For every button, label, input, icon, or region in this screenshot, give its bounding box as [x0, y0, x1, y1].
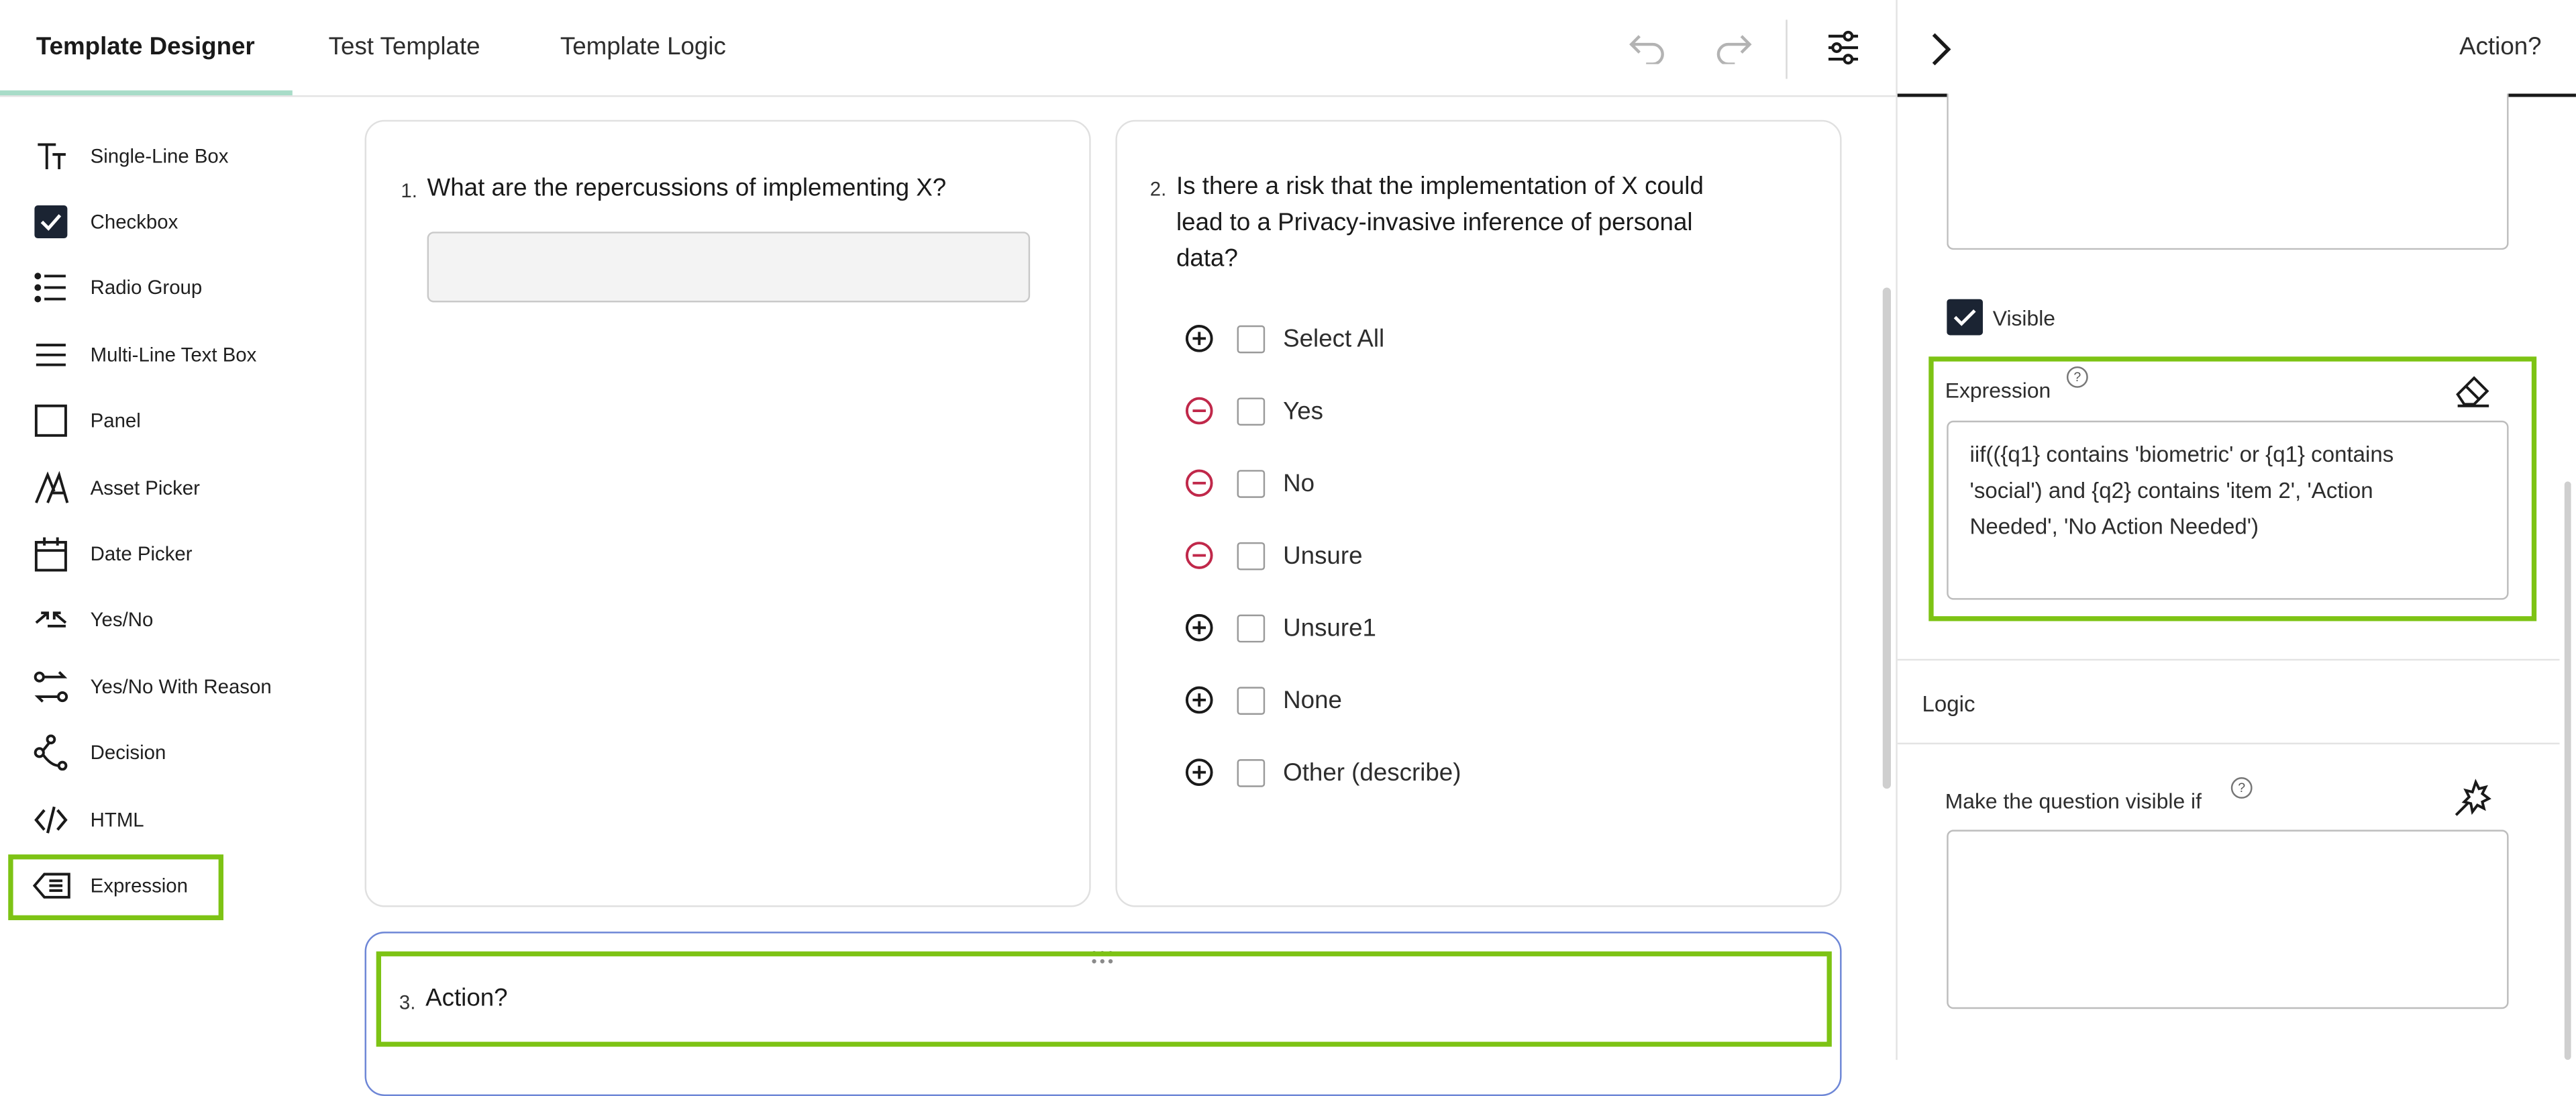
- visible-if-label: Make the question visible if: [1945, 789, 2202, 813]
- lines-icon: [33, 335, 82, 375]
- choice-other-describe[interactable]: Other (describe): [1183, 749, 1461, 795]
- expression-property-highlight: [1928, 356, 2537, 621]
- checkbox-icon: [33, 202, 82, 242]
- toolbox-item-label: Multi-Line Text Box: [90, 343, 257, 366]
- toolbox-item-asset-picker[interactable]: Asset Picker: [33, 460, 312, 516]
- answer-text-input[interactable]: [427, 232, 1031, 303]
- toolbox-item-date-picker[interactable]: Date Picker: [33, 526, 312, 581]
- choice-checkbox[interactable]: [1237, 758, 1266, 787]
- toolbox-item-multi-line-text-box[interactable]: Multi-Line Text Box: [33, 327, 312, 383]
- canvas-scrollbar[interactable]: [1882, 287, 1891, 789]
- add-choice-icon[interactable]: [1183, 683, 1216, 716]
- top-bar: Template Designer Test Template Template…: [0, 0, 1896, 97]
- toolbox-item-label: Radio Group: [90, 276, 203, 299]
- toolbox-item-label: HTML: [90, 808, 144, 832]
- question-title[interactable]: Is there a risk that the implementation …: [1176, 169, 1817, 278]
- square-icon: [33, 401, 82, 440]
- question-title-line: lead to a Privacy-invasive inference of …: [1176, 208, 1693, 237]
- choice-label: None: [1283, 686, 1342, 714]
- add-choice-icon[interactable]: [1183, 756, 1216, 789]
- property-panel-title: Action?: [2459, 32, 2542, 61]
- toolbox-item-panel[interactable]: Panel: [33, 393, 312, 448]
- choice-no[interactable]: No: [1183, 460, 1315, 507]
- choice-checkbox[interactable]: [1237, 397, 1266, 425]
- add-choice-icon[interactable]: [1183, 611, 1216, 644]
- choice-yes[interactable]: Yes: [1183, 388, 1323, 434]
- toolbox-item-label: Decision: [90, 741, 166, 764]
- active-tab-underline: [0, 90, 293, 96]
- choice-checkbox[interactable]: [1237, 468, 1266, 497]
- choice-label: Other (describe): [1283, 758, 1461, 787]
- visible-checkbox[interactable]: [1947, 299, 1983, 336]
- visible-if-textarea[interactable]: [1947, 830, 2509, 1009]
- choice-checkbox[interactable]: [1237, 613, 1266, 642]
- visible-label: Visible: [1992, 305, 2055, 331]
- choice-checkbox[interactable]: [1237, 686, 1266, 714]
- toolbox-item-decision[interactable]: Decision: [33, 725, 312, 781]
- question-number: 1.: [401, 179, 417, 203]
- toolbox-item-label: Yes/No With Reason: [90, 675, 272, 699]
- choice-label: Unsure: [1283, 541, 1363, 570]
- choice-label: Select All: [1283, 324, 1385, 353]
- choice-none[interactable]: None: [1183, 677, 1342, 724]
- question-title-line: data?: [1176, 244, 1238, 273]
- toolbox-item-label: Single-Line Box: [90, 144, 229, 168]
- choice-label: No: [1283, 468, 1315, 497]
- section-divider: [1897, 742, 2560, 745]
- remove-choice-icon[interactable]: [1183, 466, 1216, 499]
- toolbox-item-label: Asset Picker: [90, 477, 200, 500]
- arrows-in-icon: [33, 600, 82, 640]
- choice-select-all[interactable]: Select All: [1183, 315, 1384, 362]
- remove-choice-icon[interactable]: [1183, 395, 1216, 428]
- magic-wand-icon[interactable]: [2453, 779, 2492, 818]
- toolbox-item-label: Yes/No: [90, 607, 154, 632]
- arrows-swap-icon: [33, 667, 82, 707]
- choice-unsure1[interactable]: Unsure1: [1183, 605, 1376, 651]
- redo-icon[interactable]: [1708, 23, 1757, 72]
- asset-icon: [33, 468, 82, 508]
- calendar-icon: [33, 534, 82, 574]
- section-divider: [1897, 658, 2560, 661]
- toolbox-item-radio-group[interactable]: Radio Group: [33, 260, 312, 315]
- branch-icon: [33, 733, 82, 773]
- question-card-q1[interactable]: 1. What are the repercussions of impleme…: [364, 119, 1091, 907]
- choice-unsure[interactable]: Unsure: [1183, 532, 1363, 579]
- choice-label: Yes: [1283, 397, 1324, 425]
- text-type-icon: [33, 136, 82, 176]
- undo-icon[interactable]: [1623, 23, 1672, 72]
- question-number: 2.: [1149, 177, 1167, 201]
- choice-checkbox[interactable]: [1237, 541, 1266, 570]
- panel-scrollbar[interactable]: [2564, 481, 2571, 1060]
- question-title[interactable]: What are the repercussions of implementi…: [427, 171, 947, 207]
- toolbox-item-html[interactable]: HTML: [33, 792, 312, 848]
- tab-test-template[interactable]: Test Template: [329, 0, 480, 95]
- toolbox-item-single-line-box[interactable]: Single-Line Box: [33, 128, 312, 184]
- description-textarea[interactable]: [1947, 93, 2509, 250]
- question-q3-highlight: [376, 951, 1832, 1047]
- choice-label: Unsure1: [1283, 613, 1376, 642]
- expression-tool-highlight: [8, 854, 223, 921]
- toolbox-item-yes-no-with-reason[interactable]: Yes/No With Reason: [33, 659, 312, 715]
- logic-section-label[interactable]: Logic: [1922, 692, 1975, 717]
- toolbar-divider: [1786, 19, 1788, 79]
- tab-template-designer[interactable]: Template Designer: [36, 0, 255, 95]
- toolbox-item-label: Checkbox: [90, 210, 178, 234]
- tab-template-logic[interactable]: Template Logic: [560, 0, 726, 95]
- collapse-panel-chevron-icon[interactable]: [1922, 28, 1959, 71]
- remove-choice-icon[interactable]: [1183, 539, 1216, 572]
- toolbox-item-checkbox[interactable]: Checkbox: [33, 194, 312, 250]
- settings-sliders-icon[interactable]: [1818, 23, 1867, 72]
- toolbox-item-label: Panel: [90, 409, 141, 432]
- visible-if-help-icon[interactable]: ?: [2230, 777, 2253, 799]
- toolbox-item-label: Date Picker: [90, 542, 193, 566]
- add-choice-icon[interactable]: [1183, 322, 1216, 355]
- toolbox-item-yes-no[interactable]: Yes/No: [33, 591, 312, 647]
- question-title-line: Is there a risk that the implementation …: [1176, 172, 1704, 201]
- choice-checkbox[interactable]: [1237, 324, 1266, 353]
- list-icon: [33, 268, 82, 307]
- code-icon: [33, 800, 82, 840]
